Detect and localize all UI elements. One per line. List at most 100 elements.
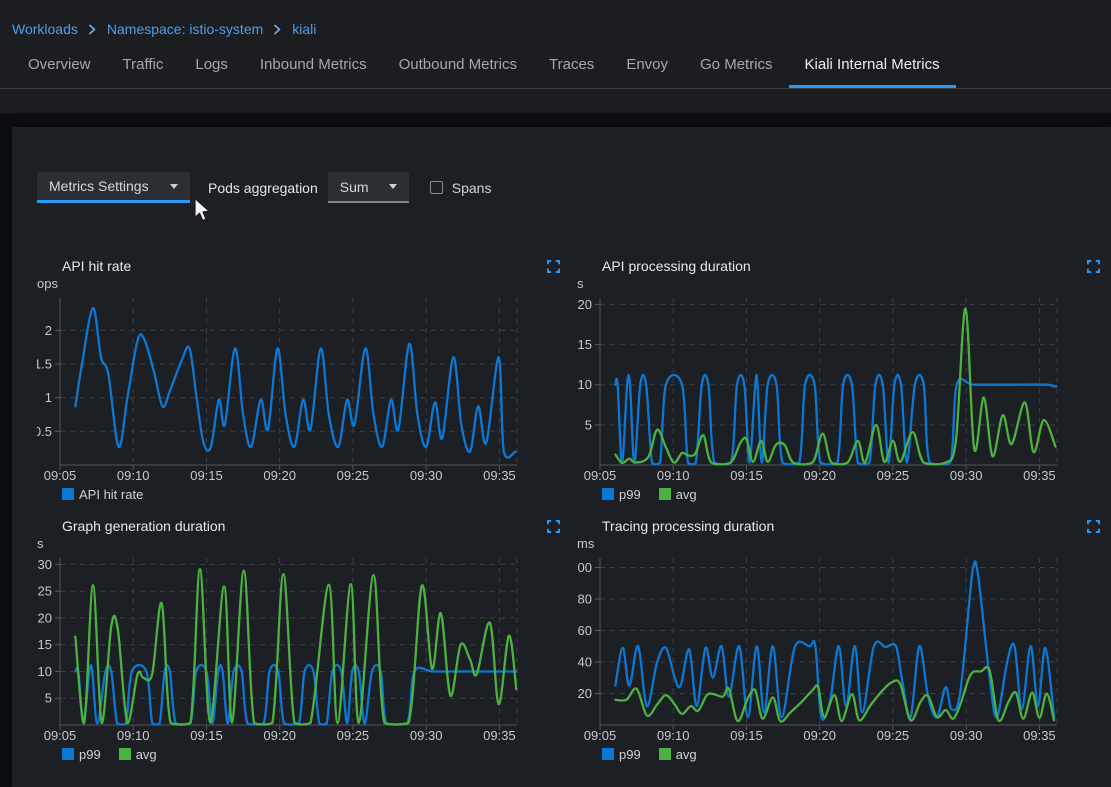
legend-swatch	[62, 748, 74, 760]
chart-canvas[interactable]: 5101520253009:0509:1009:1509:2009:2509:3…	[37, 552, 560, 742]
chart-api-processing-duration: API processing duration s 510152009:0509…	[577, 256, 1100, 504]
tab-overview[interactable]: Overview	[12, 56, 107, 88]
metrics-toolbar: Metrics Settings Pods aggregation Sum Sp…	[37, 172, 1111, 203]
svg-text:09:05: 09:05	[44, 468, 77, 482]
legend-label: p99	[619, 487, 641, 502]
breadcrumb: Workloads Namespace: istio-system kiali	[0, 0, 1111, 44]
legend-swatch	[119, 748, 131, 760]
chart-title: Tracing processing duration	[602, 518, 774, 534]
chart-api-hit-rate: API hit rate ops 0.511.5209:0509:1009:15…	[37, 256, 560, 504]
svg-text:25: 25	[38, 584, 52, 599]
chart-title: API processing duration	[602, 258, 751, 274]
svg-text:09:05: 09:05	[44, 728, 77, 742]
pods-aggregation-value: Sum	[340, 179, 369, 195]
legend-item[interactable]: avg	[659, 747, 697, 762]
charts-grid: API hit rate ops 0.511.5209:0509:1009:15…	[37, 256, 1100, 764]
svg-text:09:35: 09:35	[483, 728, 516, 742]
svg-text:09:20: 09:20	[803, 468, 836, 482]
svg-text:09:10: 09:10	[657, 468, 690, 482]
legend-swatch	[602, 748, 614, 760]
svg-text:09:10: 09:10	[117, 728, 150, 742]
svg-text:15: 15	[38, 637, 52, 652]
chart-canvas[interactable]: 510152009:0509:1009:1509:2009:2509:3009:…	[577, 292, 1100, 482]
svg-text:80: 80	[578, 592, 592, 607]
expand-chart-icon[interactable]	[547, 260, 560, 273]
legend-swatch	[659, 488, 671, 500]
metrics-content-panel: Metrics Settings Pods aggregation Sum Sp…	[12, 127, 1111, 787]
spans-option[interactable]: Spans	[430, 180, 492, 196]
legend-label: avg	[676, 747, 697, 762]
legend-item[interactable]: avg	[119, 747, 157, 762]
chart-title: API hit rate	[62, 258, 131, 274]
breadcrumb-link-workloads[interactable]: Workloads	[12, 21, 78, 37]
expand-chart-icon[interactable]	[1087, 260, 1100, 273]
breadcrumb-link-workload[interactable]: kiali	[292, 21, 316, 37]
tab-outbound-metrics[interactable]: Outbound Metrics	[383, 56, 533, 88]
svg-text:09:15: 09:15	[730, 468, 763, 482]
page-header: Workloads Namespace: istio-system kiali …	[0, 0, 1111, 113]
svg-text:09:35: 09:35	[1023, 728, 1056, 742]
chevron-down-icon	[170, 184, 178, 189]
svg-text:09:25: 09:25	[337, 468, 370, 482]
spans-checkbox[interactable]	[430, 181, 443, 194]
svg-text:09:20: 09:20	[263, 728, 296, 742]
svg-text:1.5: 1.5	[37, 357, 52, 372]
expand-chart-icon[interactable]	[547, 520, 560, 533]
pods-aggregation-dropdown[interactable]: Sum	[328, 172, 409, 203]
svg-text:5: 5	[585, 417, 592, 432]
y-axis-unit-label: s	[577, 276, 1100, 292]
breadcrumb-link-namespace[interactable]: Namespace: istio-system	[107, 21, 263, 37]
chart-legend: p99 avg	[37, 744, 560, 764]
tab-traces[interactable]: Traces	[533, 56, 610, 88]
svg-text:2: 2	[45, 323, 52, 338]
svg-text:09:05: 09:05	[584, 728, 617, 742]
svg-text:20: 20	[578, 686, 592, 701]
spans-label: Spans	[452, 180, 492, 196]
legend-item[interactable]: p99	[62, 747, 101, 762]
svg-text:60: 60	[578, 623, 592, 638]
tab-go-metrics[interactable]: Go Metrics	[684, 56, 789, 88]
chart-tracing-processing-duration: Tracing processing duration ms 20 40 60 80 1…	[577, 516, 1100, 764]
tab-envoy[interactable]: Envoy	[610, 56, 684, 88]
legend-swatch	[62, 488, 74, 500]
svg-text:09:25: 09:25	[877, 728, 910, 742]
metrics-settings-dropdown[interactable]: Metrics Settings	[37, 172, 190, 203]
y-axis-unit-label: ms	[577, 536, 1100, 552]
chart-legend: p99 avg	[577, 744, 1100, 764]
y-axis-unit-label: ops	[37, 276, 560, 292]
tab-bar: Overview Traffic Logs Inbound Metrics Ou…	[0, 44, 1111, 89]
svg-text:1: 1	[45, 390, 52, 405]
legend-label: avg	[136, 747, 157, 762]
svg-text:09:15: 09:15	[190, 728, 223, 742]
kiali-app-window: Workloads Namespace: istio-system kiali …	[0, 0, 1111, 787]
legend-item[interactable]: avg	[659, 487, 697, 502]
chart-legend: API hit rate	[37, 484, 560, 504]
chart-legend: p99 avg	[577, 484, 1100, 504]
legend-item[interactable]: API hit rate	[62, 487, 143, 502]
tab-kiali-internal-metrics[interactable]: Kiali Internal Metrics	[789, 56, 956, 88]
svg-text:09:15: 09:15	[730, 728, 763, 742]
legend-swatch	[659, 748, 671, 760]
svg-text:09:30: 09:30	[950, 468, 983, 482]
svg-text:100: 100	[577, 560, 592, 575]
svg-text:20: 20	[578, 297, 592, 312]
tab-inbound-metrics[interactable]: Inbound Metrics	[244, 56, 383, 88]
svg-text:09:10: 09:10	[657, 728, 690, 742]
legend-label: API hit rate	[79, 487, 143, 502]
expand-chart-icon[interactable]	[1087, 520, 1100, 533]
svg-text:09:30: 09:30	[410, 468, 443, 482]
tab-traffic[interactable]: Traffic	[107, 56, 180, 88]
chart-canvas[interactable]: 0.511.5209:0509:1009:1509:2009:2509:3009…	[37, 292, 560, 482]
svg-text:09:20: 09:20	[263, 468, 296, 482]
tab-logs[interactable]: Logs	[179, 56, 244, 88]
legend-item[interactable]: p99	[602, 747, 641, 762]
legend-item[interactable]: p99	[602, 487, 641, 502]
legend-label: avg	[676, 487, 697, 502]
svg-text:09:10: 09:10	[117, 468, 150, 482]
svg-text:09:15: 09:15	[190, 468, 223, 482]
chart-canvas[interactable]: 2040608010009:0509:1009:1509:2009:2509:3…	[577, 552, 1100, 742]
svg-text:20: 20	[38, 610, 52, 625]
pods-aggregation-label: Pods aggregation	[208, 180, 318, 196]
svg-text:40: 40	[578, 655, 592, 670]
chevron-right-icon	[273, 24, 282, 35]
